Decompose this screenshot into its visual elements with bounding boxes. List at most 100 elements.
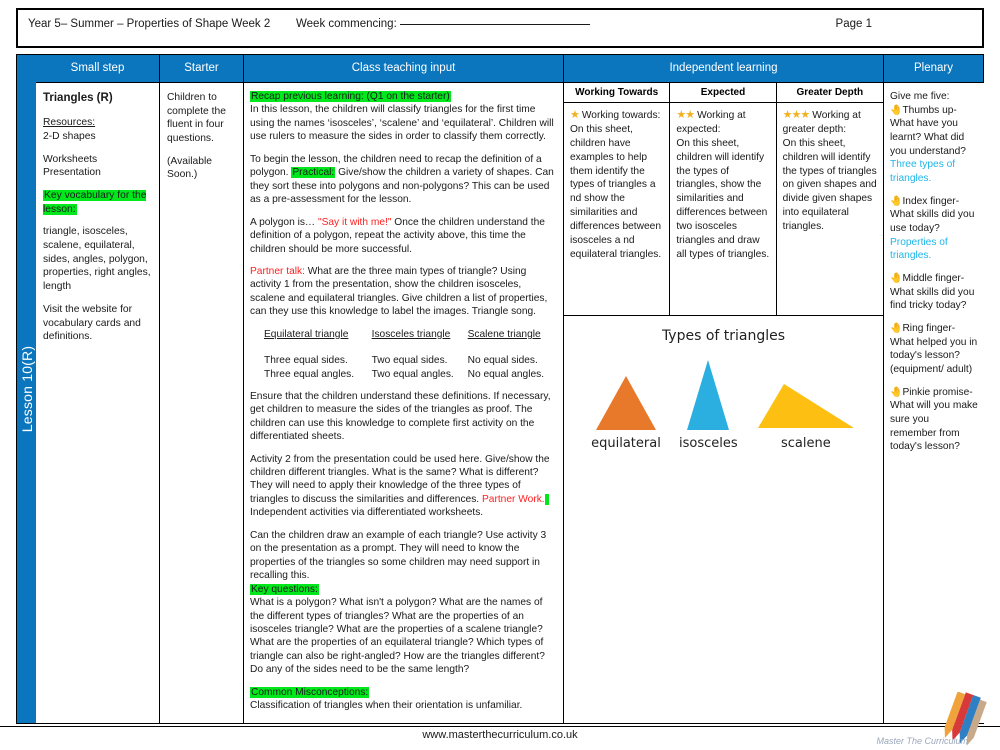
table-row: Three equal angles. Two equal angles. No… [250,368,557,381]
key-vocabulary-list: triangle, isosceles, scalene, equilatera… [43,226,151,293]
partner-talk-paragraph: Partner talk: What are the three main ty… [250,265,557,319]
activity-2-b: Independent activities via differentiate… [250,507,484,519]
column-header-small-step: Small step [36,55,160,83]
partner-talk-label: Partner talk: [250,265,305,277]
brand-logo: Master The Curriculum [876,691,994,748]
cell-scalene-sides: No equal sides. [467,355,538,367]
scalene-triangle-icon [757,384,854,428]
plenary-heading: Give me five: [890,91,950,102]
types-of-triangles-diagram: Types of triangles equilateral isosceles… [564,316,883,451]
plenary-item-middle-finger: 🤚Middle finger- What skills did you find… [890,272,978,313]
resources-block: Resources: 2-D shapes [43,116,152,143]
plenary-prompt-1: Thumbs up- What have you learnt? What di… [890,104,966,157]
polygon-definition-a: A polygon is… [250,216,318,228]
misconceptions-body: Classification of triangles when their o… [250,700,523,712]
starter-line-1: Children to complete the fluent in four … [167,92,226,145]
column-header-plenary: Plenary [884,55,984,83]
lesson-plan-table: Small step Starter Class teaching input … [36,54,984,724]
tier-text-working-towards: On this sheet, children have examples to… [570,123,662,260]
tier-bodies-row: ★ Working towards: On this sheet, childre… [564,103,883,315]
star-rating-2: ★★ [676,109,695,121]
tier-body-expected: ★★ Working at expected: On this sheet, ch… [670,103,777,315]
hand-icon: 🤚 [890,386,903,398]
key-questions-body: What is a polygon? What isn't a polygon?… [250,597,545,676]
ensure-understanding-paragraph: Ensure that the children understand thes… [250,390,551,443]
misconceptions-heading: Common Misconceptions: [250,686,370,698]
footer-divider [0,726,1000,727]
column-header-starter: Starter [160,55,244,83]
header-equilateral: Equilateral triangle [264,328,349,340]
header-isosceles: Isosceles triangle [371,328,451,340]
partner-work-highlight-mark [544,493,550,505]
column-header-class-teaching-input: Class teaching input [244,55,564,83]
tier-text-expected: On this sheet, children will identify th… [676,137,770,260]
key-questions-block: Key questions: What is a polygon? What i… [250,583,557,677]
say-it-with-me: "Say it with me!" [317,216,392,228]
diagram-item-scalene: scalene [756,382,856,451]
diagram-label-equilateral: equilateral [591,436,661,451]
hand-icon: 🤚 [890,273,903,285]
isosceles-triangle-icon [687,360,730,430]
footer-url: www.masterthecurriculum.co.uk [422,729,578,741]
diagram-item-isosceles: isosceles [679,358,738,451]
hand-icon: 🤚 [890,195,903,207]
activity-3-paragraph: Can the children draw an example of each… [250,529,547,582]
practical-label: Practical: [291,167,336,179]
week-commencing-blank [399,24,590,25]
partner-work-label: Partner Work. [481,493,545,505]
say-it-with-me-paragraph: A polygon is… "Say it with me!" Once the… [250,216,557,256]
diagram-item-equilateral: equilateral [591,374,661,451]
starter-line-2: (Available Soon.) [167,155,213,181]
plenary-item-pinkie-promise: 🤚Pinkie promise- What will you make sure… [890,386,978,454]
header-scalene: Scalene triangle [467,328,541,340]
tier-lead-working-towards: Working towards: [581,110,661,121]
plenary-item-index-finger: 🤚Index finger- What skills did you use t… [890,195,978,263]
differentiation-tiers: Working Towards Expected Greater Depth ★… [564,83,883,316]
tier-headers-row: Working Towards Expected Greater Depth [564,83,883,103]
diagram-label-scalene: scalene [781,436,831,451]
cell-isosceles-angles: Two equal angles. [371,368,454,380]
plenary-prompt-5: Pinkie promise- What will you make sure … [890,386,978,453]
polygon-recap-paragraph: To begin the lesson, the children need t… [250,153,557,207]
tier-body-working-towards: ★ Working towards: On this sheet, childre… [564,103,671,315]
table-header-row: Equilateral triangle Isosceles triangle … [250,328,557,354]
tier-text-greater-depth: On this sheet, children will identify th… [782,137,877,233]
plenary-item-ring-finger: 🤚Ring finger- What helped you in today's… [890,322,978,377]
key-vocabulary-heading-wrap: Key vocabulary for the lesson: [43,189,152,216]
recap-paragraph: Recap previous learning: (Q1 on the star… [250,90,557,144]
key-questions-heading: Key questions: [250,583,319,595]
hand-icon: 🤚 [890,104,903,116]
small-step-cell: Triangles (R) Resources: 2-D shapes Work… [36,83,160,723]
plenary-answer-2: Properties of triangles. [890,236,948,262]
recap-body: In this lesson, the children will classi… [250,104,554,143]
cell-equilateral-sides: Three equal sides. [264,355,348,367]
column-header-independent-learning: Independent learning [564,55,884,83]
class-teaching-input-cell: Recap previous learning: (Q1 on the star… [244,83,564,723]
recap-heading: Recap previous learning: (Q1 on the star… [250,91,451,102]
plenary-answer-1: Three types of triangles. [890,159,956,185]
brand-name: Master The Curriculum [876,736,968,746]
plenary-cell: Give me five: 🤚Thumbs up- What have you … [884,83,984,723]
tier-header-greater-depth: Greater Depth [776,83,883,103]
resources-label: Resources: [43,117,96,129]
independent-learning-cell: Working Towards Expected Greater Depth ★… [564,83,884,723]
lesson-plan-page: Year 5– Summer – Properties of Shape Wee… [0,0,1000,750]
starter-cell: Children to complete the fluent in four … [160,83,244,723]
cell-isosceles-sides: Two equal sides. [371,355,448,367]
small-step-title: Triangles (R) [43,92,113,104]
lesson-label: Lesson 10(R) [18,345,35,433]
triangle-properties-table: Equilateral triangle Isosceles triangle … [250,328,557,381]
plenary-prompt-4: Ring finger- What helped you in today's … [890,323,978,376]
week-commencing: Week commencing: [296,18,590,30]
activity-2-paragraph: Activity 2 from the presentation could b… [250,453,557,520]
cell-equilateral-angles: Three equal angles. [264,368,355,380]
plenary-prompt-2: Index finger- What skills did you use to… [890,195,975,235]
lesson-spine: Lesson 10(R) [16,54,36,724]
week-commencing-label: Week commencing: [296,18,397,30]
plenary-prompt-3: Middle finger- What skills did you find … [890,273,975,312]
document-header: Year 5– Summer – Properties of Shape Wee… [16,8,984,48]
tier-header-expected: Expected [670,83,777,103]
misconceptions-block: Common Misconceptions: Classification of… [250,686,557,713]
equilateral-triangle-icon [595,376,656,430]
hand-icon: 🤚 [890,323,903,335]
